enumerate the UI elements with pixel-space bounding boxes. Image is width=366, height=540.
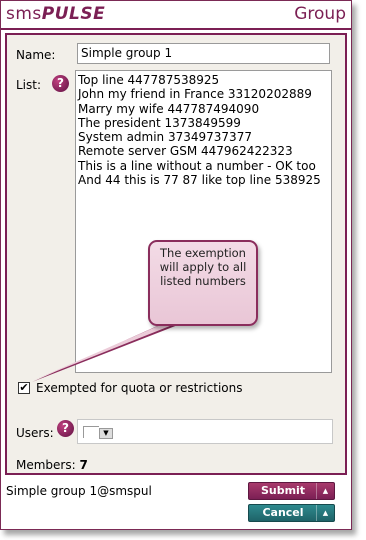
- users-field: ▼: [77, 419, 333, 444]
- list-line: Remote server GSM 447962422323: [78, 144, 293, 159]
- group-window: smsPULSE Group Name: Simple group 1 List…: [0, 0, 352, 530]
- chevron-right-icon: ▲: [316, 505, 334, 521]
- list-line: And 44 this is 77 87 like top line 53892…: [78, 173, 321, 188]
- list-line: The president 1373849599: [78, 115, 241, 130]
- name-input[interactable]: Simple group 1: [77, 43, 330, 64]
- list-label: List:: [16, 78, 42, 92]
- cancel-label: Cancel: [262, 506, 304, 519]
- question-icon[interactable]: ?: [57, 420, 74, 437]
- tooltip-text: The exemption will apply to all listed n…: [159, 246, 247, 288]
- tooltip: The exemption will apply to all listed n…: [148, 240, 258, 326]
- submit-button[interactable]: Submit ▲: [248, 482, 335, 500]
- title-bar: smsPULSE Group: [1, 1, 351, 28]
- members-label-text: Members:: [16, 458, 76, 472]
- brand-logo: smsPULSE: [6, 4, 105, 24]
- question-icon[interactable]: ?: [52, 75, 69, 92]
- brand-part-2: PULSE: [41, 4, 106, 24]
- list-line: Marry my wife 447787494090: [78, 101, 260, 116]
- list-line: This is a line without a number - OK too: [78, 158, 316, 173]
- list-line: Top line 447787538925: [78, 73, 220, 87]
- chevron-right-icon: ▲: [316, 483, 334, 499]
- exempt-checkbox[interactable]: ✔: [18, 382, 30, 394]
- cancel-button[interactable]: Cancel ▲: [248, 504, 335, 522]
- list-line: John my friend in France 33120202889: [78, 87, 312, 102]
- list-line: System admin 37349737377: [78, 130, 252, 145]
- members-label: Members: 7: [16, 458, 88, 472]
- submit-label: Submit: [260, 484, 306, 497]
- members-count: 7: [79, 458, 88, 472]
- checkmark-icon: ✔: [19, 381, 29, 394]
- users-dropdown[interactable]: ▼: [99, 428, 113, 439]
- group-address: Simple group 1@smspul: [6, 484, 152, 498]
- name-label: Name:: [16, 48, 56, 62]
- brand-part-1: sms: [6, 4, 42, 24]
- page-title: Group: [294, 4, 346, 24]
- users-input[interactable]: [83, 426, 99, 438]
- exempt-label: Exempted for quota or restrictions: [36, 381, 243, 395]
- list-textarea[interactable]: Top line 447787538925 John my friend in F…: [75, 70, 332, 373]
- title-divider: [1, 28, 351, 30]
- users-label: Users:: [16, 426, 54, 440]
